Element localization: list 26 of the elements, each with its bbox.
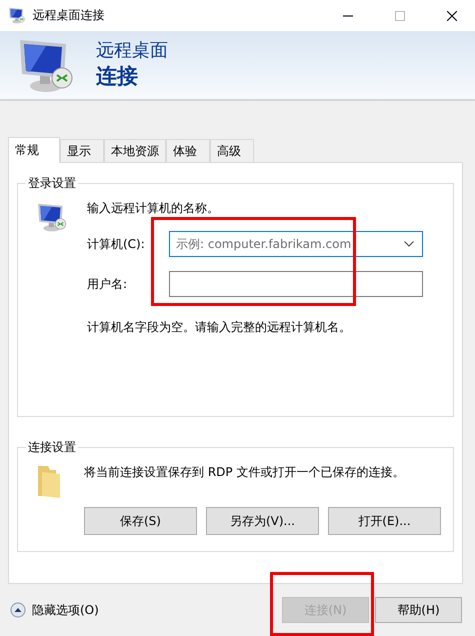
- error-message: 计算机名字段为空。请输入完整的远程计算机名。: [87, 319, 352, 336]
- group-title: 连接设置: [26, 439, 78, 456]
- collapse-icon: [10, 602, 26, 618]
- file-button[interactable]: 另存为(V)...: [206, 507, 319, 535]
- window-title: 远程桌面连接: [32, 7, 106, 24]
- field-label: 计算机(C):: [87, 236, 146, 252]
- tab[interactable]: 体验: [166, 139, 210, 163]
- banner-title: 远程桌面: [96, 40, 168, 62]
- computer-input[interactable]: 示例: computer.fabrikam.com: [174, 236, 404, 252]
- file-button[interactable]: 打开(E)...: [328, 507, 441, 535]
- prompt-text: 输入远程计算机的名称。: [87, 200, 220, 217]
- username-field[interactable]: [169, 271, 423, 297]
- tab[interactable]: 本地资源: [104, 139, 166, 163]
- help-button[interactable]: 帮助(H): [375, 597, 462, 623]
- field-label: 用户名:: [87, 276, 128, 292]
- tab[interactable]: 显示: [60, 139, 104, 163]
- chevron-down-icon: [404, 241, 414, 247]
- banner-subtitle: 连接: [96, 63, 139, 90]
- description-text: 将当前连接设置保存到 RDP 文件或打开一个已保存的连接。: [84, 464, 406, 481]
- hide-options-toggle[interactable]: 隐藏选项(O): [10, 602, 276, 618]
- close-icon[interactable]: [447, 10, 457, 20]
- computer-combobox[interactable]: 示例: computer.fabrikam.com: [169, 231, 423, 257]
- file-button[interactable]: 保存(S): [84, 507, 197, 535]
- tab[interactable]: 常规: [8, 137, 60, 163]
- tab[interactable]: 高级: [210, 139, 254, 163]
- app-icon: [8, 6, 27, 25]
